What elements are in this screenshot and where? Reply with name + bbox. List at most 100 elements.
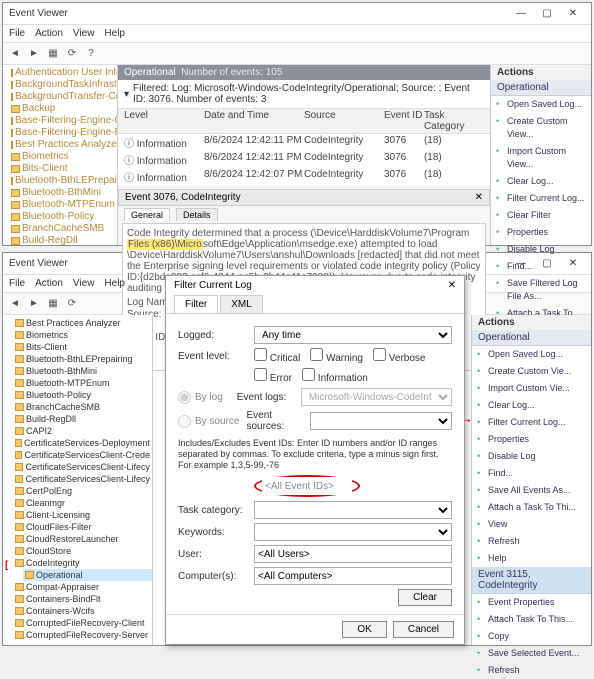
tree-item[interactable]: Cleanmgr xyxy=(13,497,152,509)
chk-error[interactable]: Error xyxy=(254,368,292,384)
maximize-button[interactable]: ▢ xyxy=(535,6,559,22)
dialog-titlebar[interactable]: Filter Current Log ✕ xyxy=(166,276,464,295)
action-item[interactable]: Create Custom Vie... xyxy=(472,363,591,380)
keywords-select[interactable] xyxy=(254,523,452,541)
tree-item[interactable]: CloudStore xyxy=(13,545,152,557)
action-item[interactable]: Disable Log xyxy=(491,241,591,258)
menu-action[interactable]: Action xyxy=(35,278,63,289)
tree-item[interactable]: Base-Filtering-Engine-Connecti xyxy=(9,115,117,127)
menu-file[interactable]: File xyxy=(9,278,25,289)
action-item[interactable]: Refresh xyxy=(472,662,591,679)
tree-item[interactable]: Bluetooth-BthMini xyxy=(9,187,117,199)
tab-xml[interactable]: XML xyxy=(220,295,263,313)
help-icon[interactable]: ? xyxy=(83,46,99,62)
tree-item[interactable]: Best Practices Analyzer xyxy=(13,317,152,329)
tree-item[interactable]: CertificateServices-Deployment xyxy=(13,437,152,449)
refresh-icon[interactable]: ⟳ xyxy=(64,296,80,312)
col-date[interactable]: Date and Time xyxy=(204,110,304,132)
tree-item[interactable]: Biometrics xyxy=(9,151,117,163)
grid-row[interactable]: ⓘ Information8/6/2024 12:42:11 PMCodeInt… xyxy=(118,134,490,151)
eventid-input[interactable] xyxy=(262,477,352,495)
taskcat-select[interactable] xyxy=(254,501,452,519)
chk-information[interactable]: Information xyxy=(302,368,368,384)
action-item[interactable]: View xyxy=(472,516,591,533)
chk-critical[interactable]: Critical xyxy=(254,348,300,364)
clear-button[interactable]: Clear xyxy=(398,589,452,606)
tree-item[interactable]: Build-RegDll xyxy=(13,413,152,425)
action-item[interactable]: Open Saved Log... xyxy=(472,346,591,363)
action-item[interactable]: Attach a Task To Thi... xyxy=(472,499,591,516)
folder-icon[interactable]: ▦ xyxy=(45,46,61,62)
action-item[interactable]: Copy xyxy=(472,628,591,645)
user-input[interactable] xyxy=(254,545,452,563)
action-item[interactable]: Filter Current Log... xyxy=(491,190,591,207)
action-item[interactable]: Open Saved Log... xyxy=(491,96,591,113)
close-button[interactable]: ✕ xyxy=(561,6,585,22)
tree-pane[interactable]: Authentication User InterfaceBackgroundT… xyxy=(3,65,118,245)
computer-input[interactable] xyxy=(254,567,452,585)
ok-button[interactable]: OK xyxy=(342,621,386,638)
tree-item[interactable]: Bluetooth-Policy xyxy=(9,211,117,223)
action-item[interactable]: Save Filtered Log File As... xyxy=(491,275,591,305)
tree-item[interactable]: BackgroundTransfer-ContentPrefetcher xyxy=(9,91,117,103)
tree-item[interactable]: Bits-Client xyxy=(13,341,152,353)
tree-item[interactable]: Containers-Wcifs xyxy=(13,605,152,617)
tab-general[interactable]: General xyxy=(124,208,170,221)
tree-item[interactable]: Base-Filtering-Engine-Resource xyxy=(9,127,117,139)
menu-view[interactable]: View xyxy=(73,278,95,289)
chk-warning[interactable]: Warning xyxy=(310,348,363,364)
grid-row[interactable]: ⓘ Information8/6/2024 12:42:11 PMCodeInt… xyxy=(118,151,490,168)
tree-item[interactable]: Bluetooth-Policy xyxy=(13,389,152,401)
action-item[interactable]: Properties xyxy=(491,224,591,241)
action-item[interactable]: Clear Log... xyxy=(472,397,591,414)
action-item[interactable]: Import Custom View... xyxy=(491,143,591,173)
forward-icon[interactable]: ► xyxy=(26,296,42,312)
tree-item[interactable]: Bluetooth-BthLEPrepairing xyxy=(9,175,117,187)
tree-item[interactable]: CAPI2 xyxy=(13,425,152,437)
tree-item[interactable]: CertificateServicesClient-Lifecy xyxy=(13,473,152,485)
back-icon[interactable]: ◄ xyxy=(7,296,23,312)
refresh-icon[interactable]: ⟳ xyxy=(64,46,80,62)
menu-help[interactable]: Help xyxy=(104,28,125,39)
tree-item[interactable]: CorruptedFileRecovery-Client xyxy=(13,617,152,629)
action-item[interactable]: Help xyxy=(472,550,591,567)
cancel-button[interactable]: Cancel xyxy=(393,621,454,638)
tree-item[interactable]: Build-RegDll xyxy=(9,235,117,245)
tree-item[interactable]: Biometrics xyxy=(13,329,152,341)
action-item[interactable]: Clear Log... xyxy=(491,173,591,190)
tree-item[interactable]: Bluetooth-BthLEPrepairing xyxy=(13,353,152,365)
menu-view[interactable]: View xyxy=(73,28,95,39)
grid-row[interactable]: ⓘ Information8/6/2024 12:42:07 PMCodeInt… xyxy=(118,168,490,185)
logged-select[interactable]: Any time xyxy=(254,326,452,344)
action-item[interactable]: Create Custom View... xyxy=(491,113,591,143)
tree-item[interactable]: Authentication User Interface xyxy=(9,67,117,79)
tree-pane[interactable]: Best Practices AnalyzerBiometricsBits-Cl… xyxy=(3,315,153,645)
tree-item[interactable]: CorruptedFileRecovery-Server xyxy=(13,629,152,641)
titlebar[interactable]: Event Viewer — ▢ ✕ xyxy=(3,3,591,25)
tree-item[interactable]: BackgroundTaskInfrastructure xyxy=(9,79,117,91)
col-eventid[interactable]: Event ID xyxy=(384,110,424,132)
tree-item[interactable]: CloudRestoreLauncher xyxy=(13,533,152,545)
col-task[interactable]: Task Category xyxy=(424,110,484,132)
tree-item[interactable]: Best Practices Analyzer xyxy=(9,139,117,151)
events-grid[interactable]: Level Date and Time Source Event ID Task… xyxy=(118,109,490,185)
eventsources-select[interactable] xyxy=(310,412,452,430)
tree-item[interactable]: CertificateServicesClient-Crede xyxy=(13,449,152,461)
tab-filter[interactable]: Filter xyxy=(174,295,218,313)
tree-item[interactable]: BranchCacheSMB xyxy=(9,223,117,235)
col-level[interactable]: Level xyxy=(124,110,204,132)
action-item[interactable]: Event Properties xyxy=(472,594,591,611)
action-item[interactable]: Import Custom Vie... xyxy=(472,380,591,397)
action-item[interactable]: Refresh xyxy=(472,533,591,550)
tree-item[interactable]: Backup xyxy=(9,103,117,115)
menu-file[interactable]: File xyxy=(9,28,25,39)
tree-item[interactable]: Bluetooth-MTPEnum xyxy=(13,377,152,389)
forward-icon[interactable]: ► xyxy=(26,46,42,62)
action-item[interactable]: Attach Task To This... xyxy=(472,611,591,628)
close-icon[interactable]: ✕ xyxy=(475,192,483,203)
tree-item[interactable]: CodeIntegrity xyxy=(13,557,152,569)
menu-action[interactable]: Action xyxy=(35,28,63,39)
action-item[interactable]: Disable Log xyxy=(472,448,591,465)
action-item[interactable]: Save Selected Event... xyxy=(472,645,591,662)
menu-help[interactable]: Help xyxy=(104,278,125,289)
